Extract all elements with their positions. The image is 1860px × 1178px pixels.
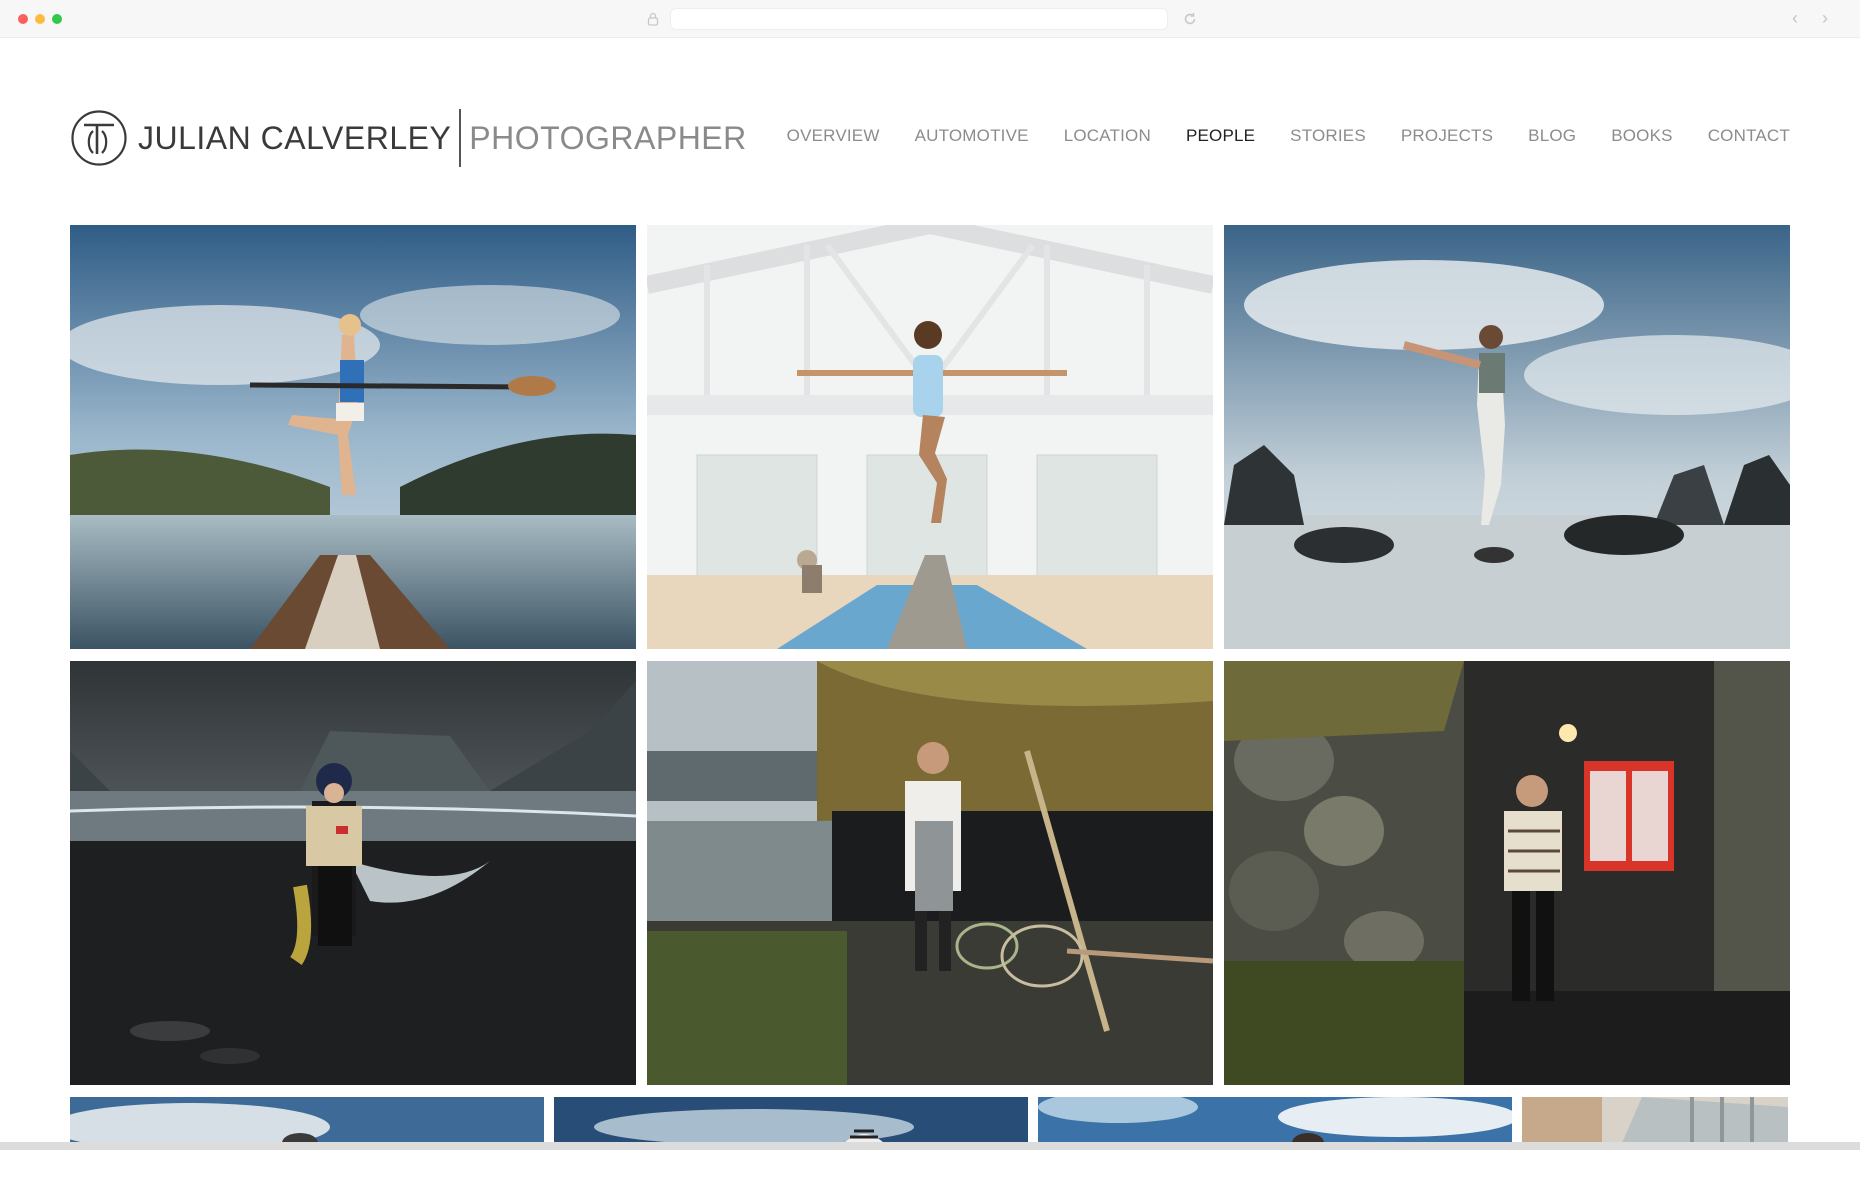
logo-monogram-icon [71, 110, 127, 166]
gallery-photo-partial[interactable] [70, 1097, 544, 1143]
minimize-window-button[interactable] [35, 14, 45, 24]
main-nav: OVERVIEW AUTOMOTIVE LOCATION PEOPLE STOR… [787, 126, 1790, 146]
address-bar[interactable] [670, 8, 1168, 30]
photo-gallery [70, 225, 1790, 1143]
gallery-photo-rocky-beach[interactable] [1224, 225, 1790, 649]
lock-icon [647, 12, 659, 26]
nav-item-books[interactable]: BOOKS [1611, 126, 1672, 146]
logo-title: PHOTOGRAPHER [469, 119, 747, 156]
forward-arrow-icon[interactable]: › [1822, 9, 1828, 27]
window-bottom-edge [0, 1142, 1860, 1150]
gallery-photo-studio-balance[interactable] [647, 225, 1213, 649]
window-bottom-margin [0, 1150, 1860, 1178]
gallery-photo-partial[interactable] [1522, 1097, 1788, 1143]
nav-item-projects[interactable]: PROJECTS [1401, 126, 1493, 146]
browser-toolbar: ‹ › [0, 0, 1860, 38]
gallery-row [70, 661, 1790, 1085]
nav-item-overview[interactable]: OVERVIEW [787, 126, 880, 146]
gallery-photo-chef[interactable] [647, 661, 1213, 1085]
gallery-photo-partial[interactable] [1038, 1097, 1512, 1143]
gallery-photo-paddleboard[interactable] [70, 225, 636, 649]
logo-name: JULIAN CALVERLEY [138, 119, 452, 156]
reload-icon[interactable] [1182, 11, 1198, 27]
nav-item-automotive[interactable]: AUTOMOTIVE [915, 126, 1029, 146]
maximize-window-button[interactable] [52, 14, 62, 24]
close-window-button[interactable] [18, 14, 28, 24]
nav-item-stories[interactable]: STORIES [1290, 126, 1366, 146]
nav-item-location[interactable]: LOCATION [1064, 126, 1151, 146]
logo-divider [459, 109, 462, 167]
gallery-photo-partial[interactable] [554, 1097, 1028, 1143]
nav-item-contact[interactable]: CONTACT [1708, 126, 1790, 146]
nav-item-blog[interactable]: BLOG [1528, 126, 1576, 146]
gallery-photo-stone-house[interactable] [1224, 661, 1790, 1085]
nav-item-people[interactable]: PEOPLE [1186, 126, 1255, 146]
gallery-photo-fisherwoman[interactable] [70, 661, 636, 1085]
gallery-row-partial [70, 1097, 1790, 1143]
gallery-row [70, 225, 1790, 649]
site-logo[interactable]: JULIAN CALVERLEY PHOTOGRAPHER [70, 108, 747, 168]
back-arrow-icon[interactable]: ‹ [1792, 9, 1798, 27]
